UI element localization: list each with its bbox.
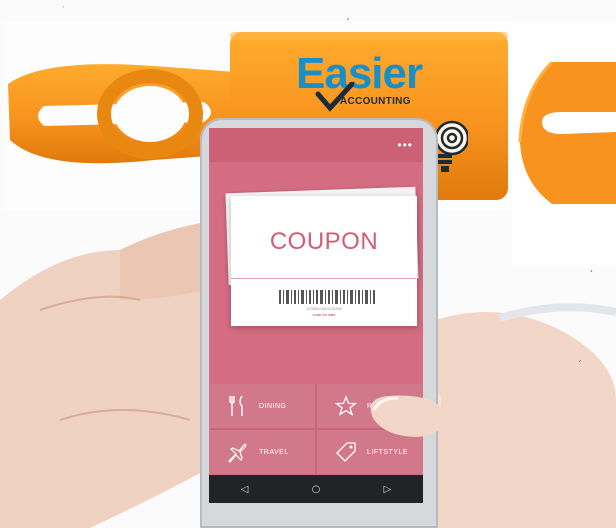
right-thumb: [370, 395, 446, 437]
decorative-speck: ˑ: [62, 4, 65, 15]
decorative-speck: ˏ: [346, 10, 350, 21]
photo-collage: Easier ACCOUNTING ••• COUPON 12345678901…: [0, 0, 616, 528]
decorative-speck: ˏ: [578, 352, 582, 363]
decorative-speck: ˎ: [590, 262, 594, 273]
